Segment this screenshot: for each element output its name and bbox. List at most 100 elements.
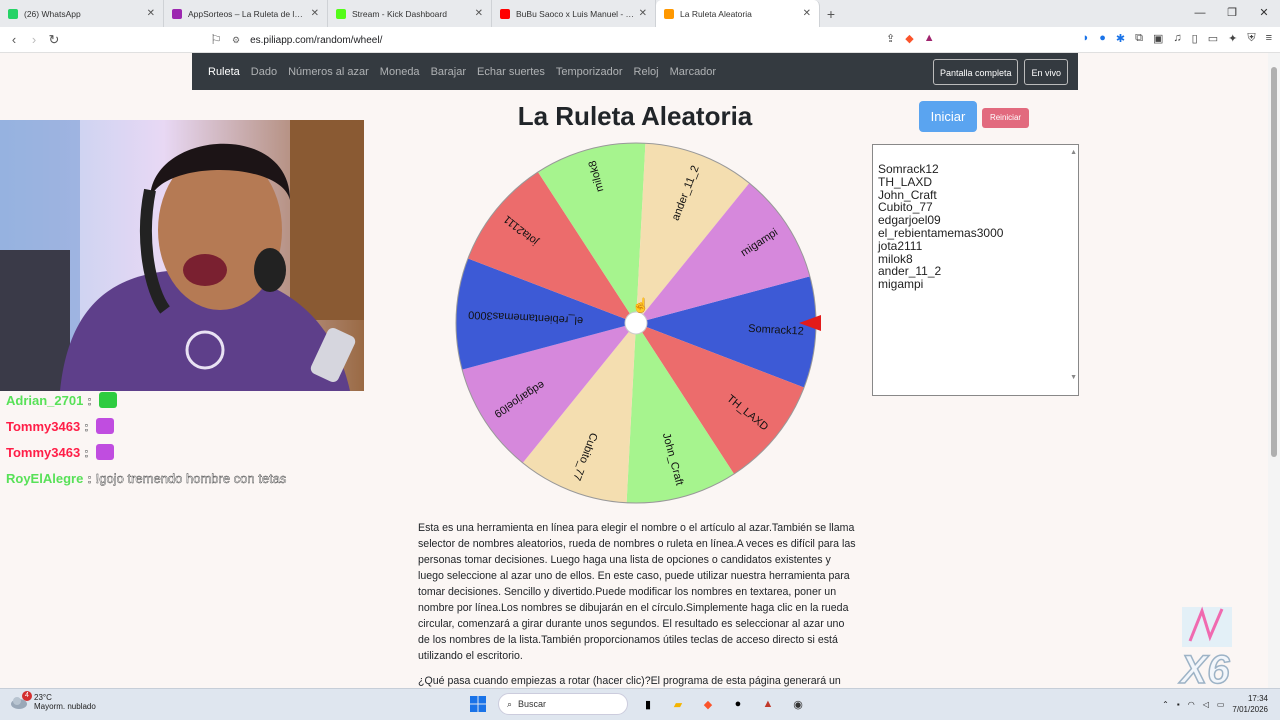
browser-tab[interactable]: BuBu Saoco x Luis Manuel - TIMA ✕ [492, 0, 656, 27]
sidebar-icon[interactable]: ▯ [1192, 32, 1198, 45]
nav-ruleta[interactable]: Ruleta [208, 66, 240, 78]
windows-start-icon[interactable] [468, 694, 488, 714]
page-scrollbar[interactable] [1268, 53, 1280, 688]
nav-marcador[interactable]: Marcador [670, 66, 716, 78]
forward-icon[interactable]: › [24, 32, 44, 47]
read-aloud-icon[interactable]: ◗ [1083, 32, 1090, 45]
x6-multiplier-overlay: X6 [1178, 606, 1232, 688]
windows-taskbar: 4 23°C Mayorm. nublado ⌕ Buscar ▮ ▰ ◆ ● … [0, 688, 1280, 720]
close-window-icon[interactable]: ✕ [1248, 0, 1280, 27]
temperature: 23°C [34, 693, 52, 702]
url-field[interactable]: ⚙ es.piliapp.com/random/wheel/ [232, 31, 952, 49]
chat-username: Tommy3463 [6, 444, 81, 460]
restore-icon[interactable]: ❐ [1216, 0, 1248, 27]
notification-badge: 4 [22, 691, 32, 701]
reset-button[interactable]: Reiniciar [982, 108, 1029, 128]
nav-echar-suertes[interactable]: Echar suertes [477, 66, 545, 78]
new-tab-icon[interactable]: + [820, 6, 842, 22]
vpn-icon[interactable]: ⛨ [1247, 32, 1255, 45]
address-bar: ‹ › ↻ ⚐ ⚙ es.piliapp.com/random/wheel/ ⇪… [0, 27, 1280, 53]
browser-tab[interactable]: La Ruleta Aleatoria ✕ [656, 0, 820, 27]
chat-separator: : [87, 470, 92, 486]
app2-icon[interactable]: ◉ [788, 694, 808, 714]
chat-username: Adrian_2701 [6, 392, 84, 408]
webcam-overlay [0, 120, 364, 391]
nav-reloj[interactable]: Reloj [634, 66, 659, 78]
name-line: TH_LAXD [878, 174, 933, 189]
wallet-icon[interactable]: ▭ [1208, 32, 1218, 45]
tab-close-icon[interactable]: ✕ [639, 8, 647, 19]
browser-tab[interactable]: AppSorteos – La Ruleta de la Suerte ✕ [164, 0, 328, 27]
nav-moneda[interactable]: Moneda [380, 66, 420, 78]
volume-icon[interactable]: ◁ [1203, 700, 1209, 709]
translate-icon[interactable]: ✱ [1116, 32, 1125, 45]
tab-close-icon[interactable]: ✕ [803, 8, 811, 19]
weather-widget[interactable]: 4 23°C Mayorm. nublado [10, 691, 96, 711]
hand-cursor-icon: ☝ [632, 297, 650, 313]
rewards-icon[interactable]: ▲ [924, 32, 935, 45]
chat-username: Tommy3463 [6, 418, 81, 434]
chat-separator: : [87, 392, 92, 408]
chat-emote-icon [95, 418, 114, 434]
x6-label: X6 [1179, 648, 1231, 688]
chat-separator: : [84, 418, 89, 434]
nav-dado[interactable]: Dado [251, 66, 277, 78]
tab-favicon-icon [8, 8, 18, 19]
tab-label: AppSorteos – La Ruleta de la Suerte [188, 8, 307, 19]
tray-app-icon[interactable]: ▪ [1177, 700, 1180, 709]
tab-favicon-icon [336, 8, 346, 19]
extension-icon[interactable]: ● [1099, 32, 1106, 45]
brave-shield-icon[interactable]: ◆ [905, 32, 913, 45]
tab-close-icon[interactable]: ✕ [147, 8, 155, 19]
tab-close-icon[interactable]: ✕ [311, 8, 319, 19]
bookmark-icon[interactable]: ⚐ [206, 32, 226, 48]
fullscreen-button[interactable]: Pantalla completa [932, 59, 1019, 85]
site-info-icon[interactable]: ⚙ [232, 35, 240, 46]
page-title: La Ruleta Aleatoria [517, 101, 753, 131]
wifi-icon[interactable]: ◠ [1188, 700, 1195, 709]
obs-icon[interactable]: ● [728, 694, 748, 714]
name-wheel[interactable]: Somrack12TH_LAXDJohn_CraftCubito_77edgar… [448, 139, 828, 509]
file-explorer-icon[interactable]: ▰ [668, 694, 688, 714]
streamer-webcam-image [0, 120, 364, 391]
browser-tab-strip: (26) WhatsApp ✕ AppSorteos – La Ruleta de … [0, 0, 1280, 27]
screenshot-icon[interactable]: ▣ [1153, 32, 1163, 45]
scroll-down-icon[interactable]: ▼ [1070, 372, 1077, 385]
browser-tab[interactable]: Stream - Kick Dashboard ✕ [328, 0, 492, 27]
tab-label: Stream - Kick Dashboard [352, 8, 447, 19]
name-line: Somrack12 [878, 162, 939, 176]
tab-close-icon[interactable]: ✕ [475, 8, 483, 19]
clock[interactable]: 17:34 7/01/2026 [1232, 693, 1268, 715]
tab-favicon-icon [500, 8, 510, 19]
app-icon[interactable]: ▲ [758, 694, 778, 714]
ai-icon[interactable]: ✦ [1228, 32, 1237, 45]
names-textarea[interactable]: ▲ ▼ Somrack12 TH_LAXD John_Craft Cubito_77 e… [872, 144, 1079, 396]
search-placeholder: Buscar [518, 699, 547, 709]
back-icon[interactable]: ‹ [4, 32, 24, 47]
live-button[interactable]: En vivo [1024, 59, 1068, 85]
puzzle-icon[interactable]: ⧉ [1135, 32, 1143, 45]
taskbar-search[interactable]: ⌕ Buscar [498, 693, 628, 715]
start-button[interactable]: Iniciar [919, 101, 977, 132]
minimize-icon[interactable]: — [1184, 0, 1216, 27]
battery-icon[interactable]: ▭ [1217, 700, 1225, 709]
share-icon[interactable]: ⇪ [886, 32, 895, 45]
scroll-up-icon[interactable]: ▲ [1070, 147, 1077, 160]
reload-icon[interactable]: ↻ [44, 32, 64, 48]
brave-browser-icon[interactable]: ◆ [698, 694, 718, 714]
wheel-hub[interactable] [624, 311, 648, 335]
tab-label: (26) WhatsApp [24, 8, 81, 19]
menu-icon[interactable]: ≡ [1266, 32, 1272, 45]
tray-chevron-icon[interactable]: ⌃ [1162, 700, 1169, 709]
browser-tab[interactable]: (26) WhatsApp ✕ [0, 0, 164, 27]
media-icon[interactable]: ♫ [1173, 32, 1181, 45]
nav-barajar[interactable]: Barajar [431, 66, 466, 78]
chat-message: Adrian_2701: [6, 387, 286, 413]
scrollbar-thumb[interactable] [1271, 67, 1277, 457]
chat-message: Tommy3463: [6, 439, 286, 465]
nav-temporizador[interactable]: Temporizador [556, 66, 623, 78]
toolbar-extensions: ◗ ● ✱ ⧉ ▣ ♫ ▯ ▭ ✦ ⛨ ≡ [1083, 32, 1272, 45]
task-view-icon[interactable]: ▮ [638, 694, 658, 714]
name-line: jota2111 [878, 238, 923, 253]
nav-numeros[interactable]: Números al azar [288, 66, 369, 78]
